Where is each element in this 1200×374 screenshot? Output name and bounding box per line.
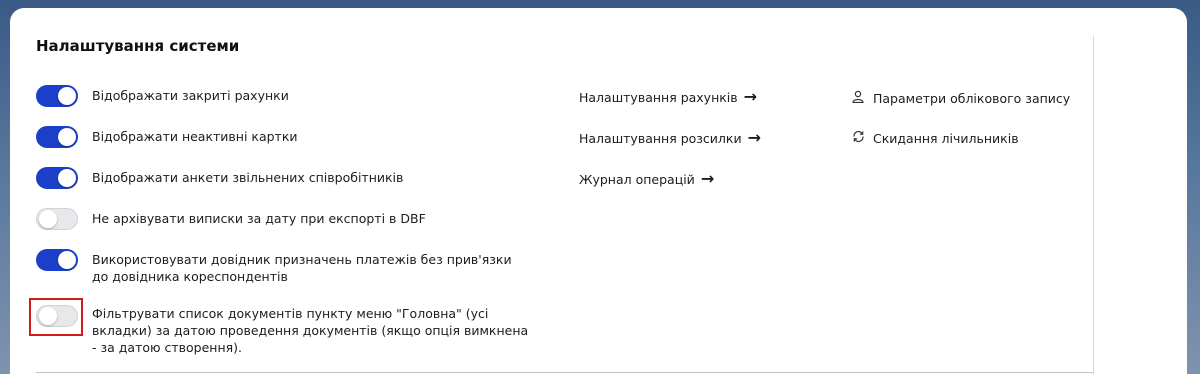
action-account-parameters[interactable]: Параметри облікового запису (851, 90, 1070, 106)
horizontal-divider (36, 372, 1093, 373)
arrow-right-icon: → (700, 169, 715, 188)
link-mailing-settings[interactable]: Налаштування розсилки → (579, 130, 761, 146)
option-label: Використовувати довідник призначень плат… (92, 252, 512, 284)
link-operations-log[interactable]: Журнал операцій → (579, 171, 714, 187)
link-label: Налаштування рахунків (579, 89, 738, 105)
option-show-dismissed-employees: Відображати анкети звільнених співробітн… (36, 167, 532, 189)
toggle-switch[interactable] (36, 208, 78, 230)
option-no-archive-dbf: Не архівувати виписки за дату при експор… (36, 208, 532, 230)
toggle-knob (39, 210, 57, 228)
toggle-switch[interactable] (36, 85, 78, 107)
vertical-divider (1093, 36, 1094, 374)
toggle-switch[interactable] (36, 126, 78, 148)
toggle-switch[interactable] (36, 249, 78, 271)
section-title: Налаштування системи (36, 37, 240, 55)
link-label: Налаштування розсилки (579, 130, 742, 146)
highlight-box (29, 298, 83, 336)
action-label: Параметри облікового запису (873, 90, 1071, 106)
option-payment-purpose-directory: Використовувати довідник призначень плат… (36, 249, 522, 285)
toggle-knob (58, 87, 76, 105)
option-label: Відображати неактивні картки (92, 129, 298, 144)
arrow-right-icon: → (747, 128, 761, 147)
arrow-right-icon: → (743, 87, 758, 106)
option-label: Не архівувати виписки за дату при експор… (92, 211, 426, 226)
user-icon (851, 90, 865, 106)
link-account-settings[interactable]: Налаштування рахунків → (579, 89, 757, 105)
toggle-switch[interactable] (36, 167, 78, 189)
toggle-knob (58, 251, 76, 269)
option-label: Відображати закриті рахунки (92, 88, 289, 103)
option-label: Відображати анкети звільнених співробітн… (92, 170, 404, 185)
action-label: Скидання лічильників (873, 130, 1019, 146)
option-show-closed-accounts: Відображати закриті рахунки (36, 85, 532, 107)
toggle-knob (58, 169, 76, 187)
option-filter-documents-by-date: Фільтрувати список документів пункту мен… (36, 305, 532, 356)
link-label: Журнал операцій (579, 171, 695, 187)
toggle-knob (58, 128, 76, 146)
option-show-inactive-cards: Відображати неактивні картки (36, 126, 532, 148)
refresh-icon (851, 130, 865, 146)
option-label: Фільтрувати список документів пункту мен… (92, 306, 529, 355)
action-reset-counters[interactable]: Скидання лічильників (851, 130, 1019, 146)
